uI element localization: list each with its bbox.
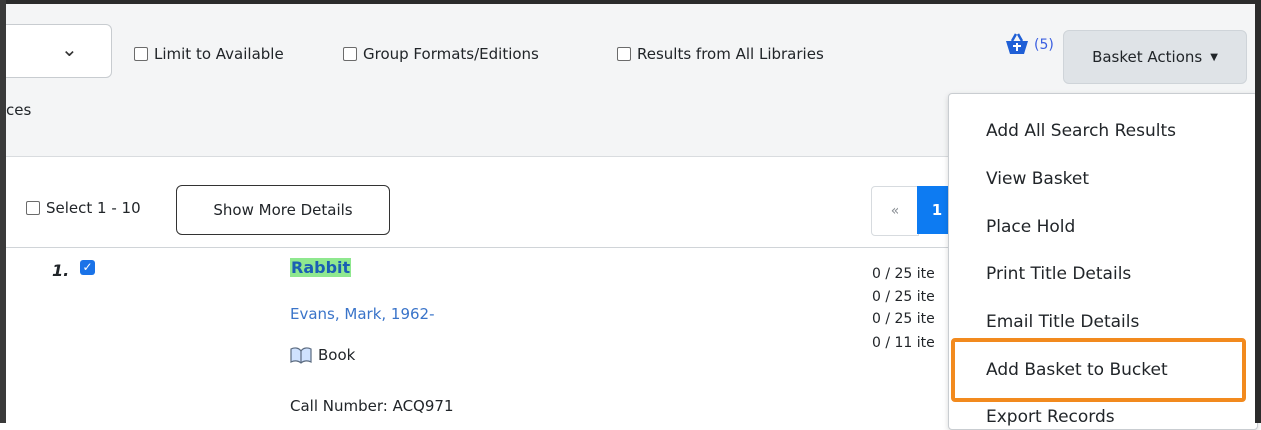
book-icon	[290, 346, 312, 364]
menu-item-email-title-details[interactable]: Email Title Details	[986, 312, 1139, 332]
truncated-label: ces	[6, 101, 32, 119]
menu-item-place-hold[interactable]: Place Hold	[986, 217, 1075, 237]
select-range-checkbox[interactable]: Select 1 - 10	[26, 199, 141, 217]
availability-line: 0 / 25 ite	[872, 289, 935, 305]
basket-count[interactable]: (5)	[1034, 37, 1054, 53]
menu-item-view-basket[interactable]: View Basket	[986, 169, 1089, 189]
show-more-label: Show More Details	[213, 201, 353, 219]
basket-actions-label: Basket Actions	[1092, 48, 1203, 66]
result-format: Book	[290, 346, 355, 364]
all-libraries-checkbox[interactable]: Results from All Libraries	[617, 45, 824, 63]
checkbox-box[interactable]	[134, 47, 148, 61]
show-more-details-button[interactable]: Show More Details	[176, 185, 390, 235]
pager-current-label: 1	[931, 201, 943, 219]
group-formats-label: Group Formats/Editions	[363, 45, 539, 63]
limit-available-label: Limit to Available	[154, 45, 284, 63]
menu-item-add-all-search-results[interactable]: Add All Search Results	[986, 121, 1176, 141]
highlight-box	[951, 338, 1246, 402]
result-number: 1.	[52, 261, 70, 280]
all-libraries-label: Results from All Libraries	[637, 45, 824, 63]
limit-available-checkbox[interactable]: Limit to Available	[134, 45, 284, 63]
availability-line: 0 / 25 ite	[872, 311, 935, 327]
window-border	[0, 0, 6, 423]
call-number: Call Number: ACQ971	[290, 397, 454, 415]
basket-icon[interactable]	[1003, 32, 1031, 60]
result-select-checkbox[interactable]: ✓	[80, 260, 95, 275]
search-scope-select[interactable]: ⌄	[0, 24, 112, 78]
result-author-link[interactable]: Evans, Mark, 1962-	[290, 305, 435, 323]
pager-prev-label: «	[890, 203, 900, 219]
window-border	[1255, 0, 1261, 423]
pager-prev-button[interactable]: «	[871, 186, 919, 236]
window-border	[0, 0, 1261, 4]
menu-item-export-records[interactable]: Export Records	[986, 407, 1115, 427]
format-label: Book	[318, 346, 356, 364]
checkbox-box[interactable]	[26, 201, 40, 215]
group-formats-checkbox[interactable]: Group Formats/Editions	[343, 45, 539, 63]
availability-line: 0 / 11 ite	[872, 335, 935, 351]
basket-actions-button[interactable]: Basket Actions ▼	[1063, 30, 1247, 84]
availability-line: 0 / 25 ite	[872, 266, 935, 282]
chevron-down-icon: ⌄	[61, 37, 78, 61]
checkbox-box[interactable]	[343, 47, 357, 61]
caret-down-icon: ▼	[1210, 51, 1218, 63]
menu-item-print-title-details[interactable]: Print Title Details	[986, 264, 1131, 284]
select-range-label: Select 1 - 10	[46, 199, 141, 217]
result-title-link[interactable]: Rabbit	[290, 258, 352, 277]
checkbox-box[interactable]	[617, 47, 631, 61]
